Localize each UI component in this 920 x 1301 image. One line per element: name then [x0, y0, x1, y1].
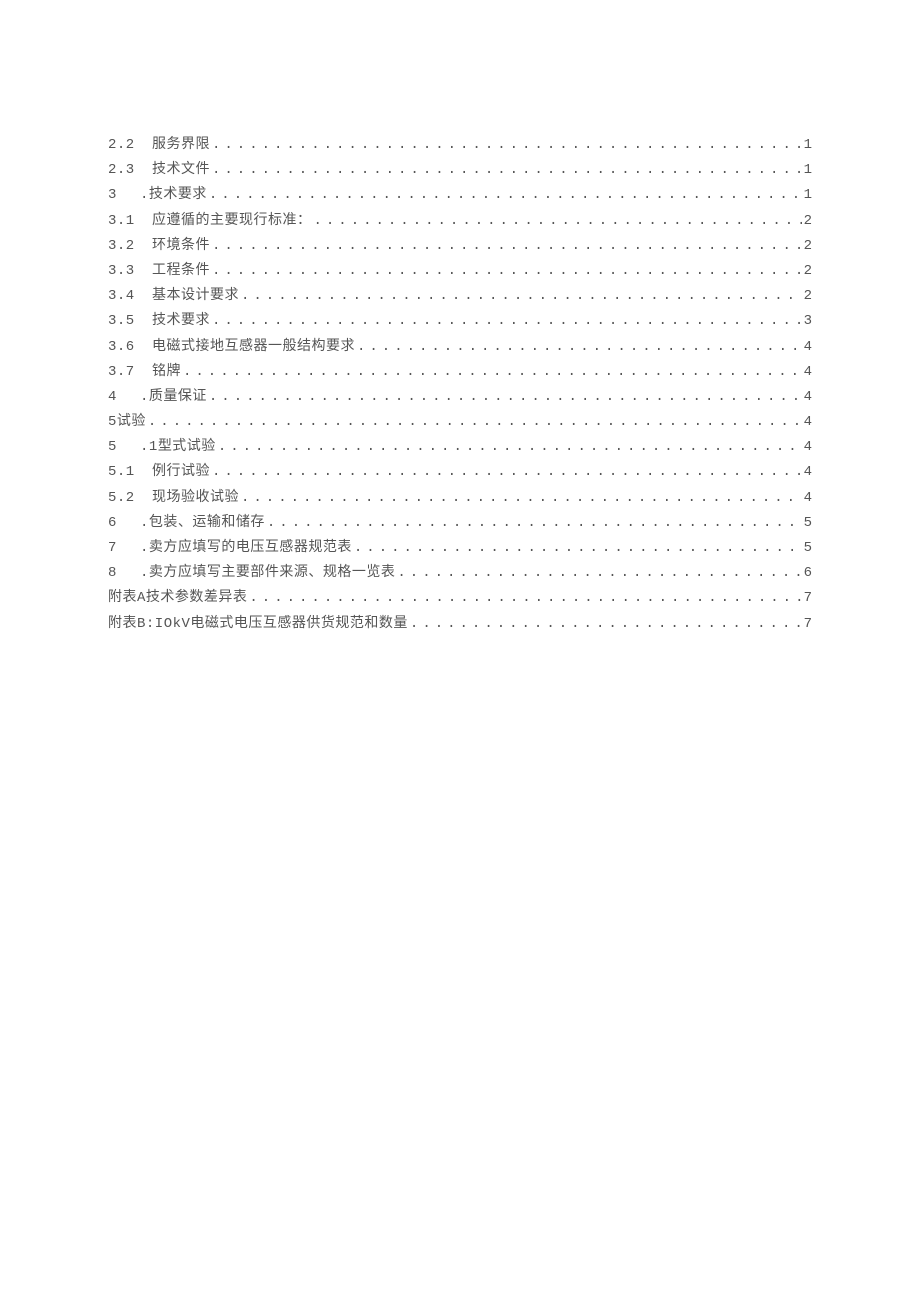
toc-leader-dots	[354, 541, 802, 555]
toc-entry-title: 服务界限	[152, 138, 210, 152]
toc-leader-dots	[212, 465, 802, 479]
toc-leader-dots	[209, 390, 802, 404]
toc-entry-title: 现场验收试验	[152, 491, 239, 505]
toc-entry-page: 2	[804, 289, 812, 303]
toc-entry-number: 7	[108, 541, 140, 555]
toc-entry-title: .技术要求	[140, 188, 207, 202]
toc-entry-page: 4	[804, 340, 812, 354]
toc-entry-page: 4	[804, 491, 812, 505]
toc-leader-dots	[314, 214, 802, 228]
toc-entry-page: 4	[804, 440, 812, 454]
toc-entry: 附表B:IOkV电磁式电压互感器供货规范和数量 7	[108, 617, 812, 631]
toc-entry: 7.卖方应填写的电压互感器规范表 5	[108, 541, 812, 555]
toc-leader-dots	[212, 314, 802, 328]
toc-entry-title: 铭牌	[152, 365, 181, 379]
toc-entry-title: 例行试验	[152, 465, 210, 479]
toc-leader-dots	[218, 440, 802, 454]
toc-entry-page: 1	[804, 163, 812, 177]
toc-entry-page: 6	[804, 566, 812, 580]
toc-entry-number: 5.1	[108, 465, 152, 479]
toc-entry-number: 5	[108, 440, 140, 454]
toc-entry: 8.卖方应填写主要部件来源、规格一览表 6	[108, 566, 812, 580]
toc-entry-number: 3.5	[108, 314, 152, 328]
toc-leader-dots	[357, 340, 802, 354]
toc-leader-dots	[209, 188, 802, 202]
toc-entry-number: 2.2	[108, 138, 152, 152]
toc-entry-number: 6	[108, 516, 140, 530]
toc-entry-number: 3.7	[108, 365, 152, 379]
toc-entry-page: 4	[804, 415, 812, 429]
toc-entry: 3.1应遵循的主要现行标准： 2	[108, 214, 812, 228]
toc-entry: 4.质量保证 4	[108, 390, 812, 404]
toc-entry-number: 3.3	[108, 264, 152, 278]
toc-entry-page: 4	[804, 465, 812, 479]
toc-leader-dots	[212, 239, 802, 253]
toc-entry-page: 7	[804, 591, 812, 605]
toc-leader-dots	[241, 491, 802, 505]
toc-leader-dots	[267, 516, 802, 530]
toc-entry: 3.3工程条件 2	[108, 264, 812, 278]
toc-leader-dots	[397, 566, 801, 580]
toc-entry-title: 环境条件	[152, 239, 210, 253]
toc-entry-title: 附表B:IOkV电磁式电压互感器供货规范和数量	[108, 617, 408, 631]
toc-entry-title: 基本设计要求	[152, 289, 239, 303]
toc-leader-dots	[212, 163, 802, 177]
toc-leader-dots	[148, 415, 802, 429]
toc-leader-dots	[212, 264, 802, 278]
toc-entry: 5.1型式试验 4	[108, 440, 812, 454]
toc-entry-title: 电磁式接地互感器一般结构要求	[152, 340, 355, 354]
toc-leader-dots	[241, 289, 802, 303]
toc-entry-title: 试验	[117, 415, 146, 429]
toc-leader-dots	[212, 138, 802, 152]
toc-entry: 5试验 4	[108, 415, 812, 429]
toc-entry-title: 技术要求	[152, 314, 210, 328]
toc-leader-dots	[249, 591, 801, 605]
toc-entry-number: 5.2	[108, 491, 152, 505]
toc-entry-page: 1	[804, 138, 812, 152]
toc-entry: 3.6电磁式接地互感器一般结构要求 4	[108, 340, 812, 354]
toc-entry-number: 5	[108, 415, 117, 429]
toc-entry-page: 2	[804, 264, 812, 278]
toc-entry: 3.技术要求 1	[108, 188, 812, 202]
toc-entry-number: 3	[108, 188, 140, 202]
toc-entry: 2.2服务界限 1	[108, 138, 812, 152]
toc-entry-number: 4	[108, 390, 140, 404]
toc-entry: 2.3技术文件 1	[108, 163, 812, 177]
toc-entry-title: .卖方应填写主要部件来源、规格一览表	[140, 566, 395, 580]
toc-entry: 3.5技术要求 3	[108, 314, 812, 328]
toc-entry-title: .卖方应填写的电压互感器规范表	[140, 541, 352, 555]
toc-entry-number: 3.4	[108, 289, 152, 303]
table-of-contents: 2.2服务界限 12.3技术文件 13.技术要求 13.1应遵循的主要现行标准：…	[108, 138, 812, 631]
toc-entry-page: 3	[804, 314, 812, 328]
toc-entry-page: 4	[804, 365, 812, 379]
toc-entry-title: .1型式试验	[140, 440, 216, 454]
toc-entry-title: 工程条件	[152, 264, 210, 278]
toc-entry: 3.7铭牌 4	[108, 365, 812, 379]
toc-entry-number: 2.3	[108, 163, 152, 177]
toc-entry-number: 3.2	[108, 239, 152, 253]
toc-entry: 3.2环境条件 2	[108, 239, 812, 253]
toc-entry: 5.2现场验收试验 4	[108, 491, 812, 505]
toc-entry: 5.1例行试验 4	[108, 465, 812, 479]
toc-leader-dots	[410, 617, 802, 631]
toc-leader-dots	[183, 365, 802, 379]
toc-entry: 6.包装、运输和储存 5	[108, 516, 812, 530]
toc-entry-page: 5	[804, 516, 812, 530]
toc-entry-page: 4	[804, 390, 812, 404]
toc-entry-title: .包装、运输和储存	[140, 516, 265, 530]
toc-entry-number: 3.6	[108, 340, 152, 354]
toc-entry-page: 5	[804, 541, 812, 555]
toc-entry-title: .质量保证	[140, 390, 207, 404]
toc-entry-number: 8	[108, 566, 140, 580]
toc-entry: 附表A技术参数差异表 7	[108, 591, 812, 605]
toc-entry-title: 技术文件	[152, 163, 210, 177]
toc-entry-page: 7	[804, 617, 812, 631]
toc-entry-number: 3.1	[108, 214, 152, 228]
toc-entry-title: 附表A技术参数差异表	[108, 591, 247, 605]
toc-entry-page: 2	[804, 214, 812, 228]
toc-entry-page: 1	[804, 188, 812, 202]
toc-entry: 3.4基本设计要求 2	[108, 289, 812, 303]
toc-entry-page: 2	[804, 239, 812, 253]
toc-entry-title: 应遵循的主要现行标准：	[152, 214, 312, 228]
